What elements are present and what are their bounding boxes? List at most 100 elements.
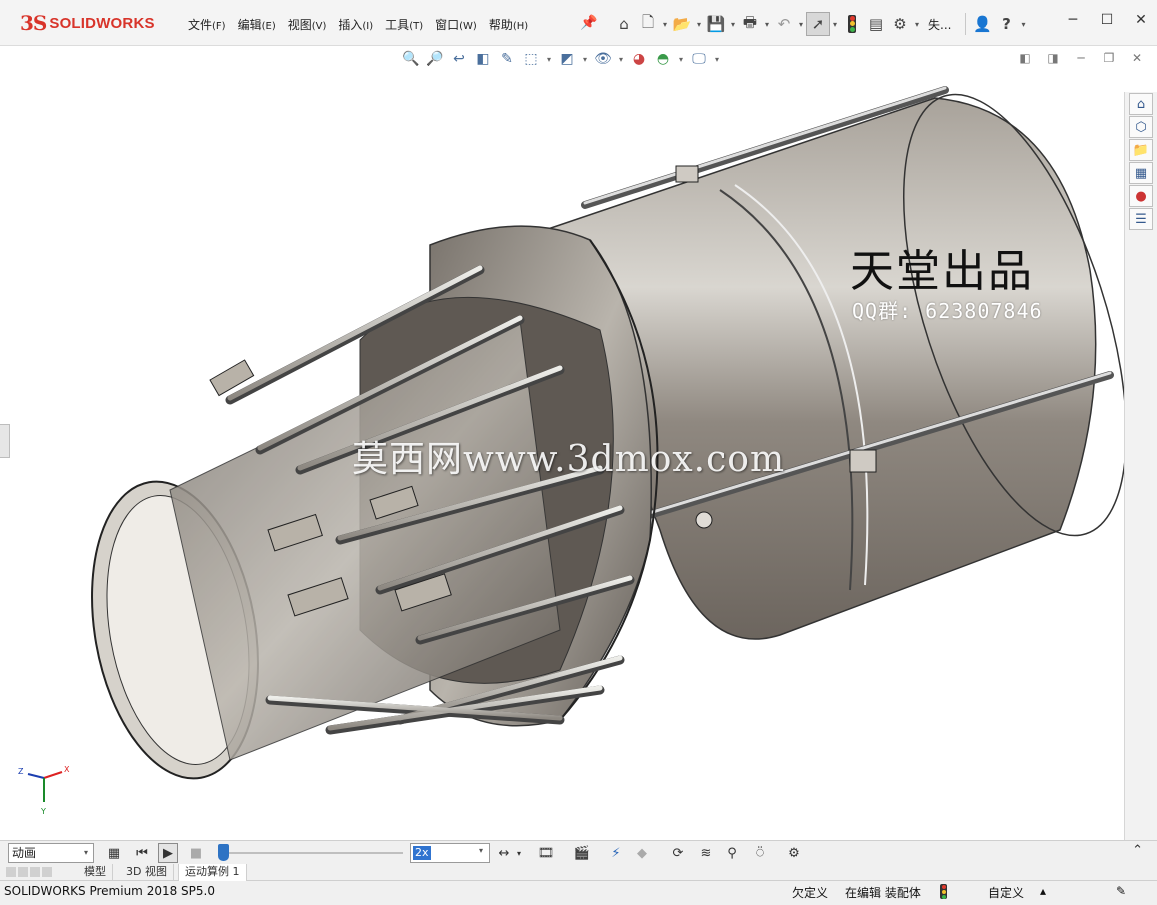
menu-help[interactable]: 帮助(H) — [483, 15, 534, 35]
open-folder-icon[interactable]: 📂 — [670, 12, 694, 36]
search-commands-short[interactable]: 失... — [928, 16, 951, 33]
select-dropdown-icon[interactable]: ▾ — [830, 20, 840, 29]
viewport-minimize-icon[interactable]: ─ — [1073, 50, 1089, 66]
display-style-dropdown-icon[interactable]: ▾ — [580, 55, 590, 64]
solidworks-resources-home-icon[interactable]: ⌂ — [1129, 93, 1153, 115]
autokey-icon[interactable]: ⚡ — [606, 843, 626, 863]
status-bar: SOLIDWORKS Premium 2018 SP5.0 欠定义 在编辑 装配… — [0, 881, 1157, 905]
main-menu: 文件(F) 编辑(E) 视图(V) 插入(I) 工具(T) 窗口(W) 帮助(H… — [182, 15, 534, 35]
rebuild-status-icon[interactable] — [940, 884, 947, 899]
collapse-motion-manager-icon[interactable]: ⌃ — [1132, 843, 1143, 858]
viewport-right-icon[interactable]: ◨ — [1045, 50, 1061, 66]
study-type-value: 动画 — [12, 846, 37, 860]
options-gear-icon[interactable]: ⚙ — [888, 12, 912, 36]
new-dropdown-icon[interactable]: ▾ — [660, 20, 670, 29]
options-dropdown-icon[interactable]: ▾ — [912, 20, 922, 29]
tab-model[interactable]: 模型 — [78, 864, 113, 881]
viewport-restore-icon[interactable]: ❐ — [1101, 50, 1117, 66]
graphics-area[interactable]: 天堂出品 QQ群: 623807846 莫西网www.3dmox.com X Z… — [0, 70, 1124, 840]
user-account-icon[interactable]: 👤 — [970, 12, 994, 36]
viewport-left-icon[interactable]: ◧ — [1017, 50, 1033, 66]
view-settings-monitor-icon[interactable]: 🖵 — [688, 49, 710, 69]
appearances-scenes-icon[interactable]: ● — [1129, 185, 1153, 207]
undo-icon[interactable]: ↶ — [772, 12, 796, 36]
pin-menu-icon[interactable]: 📌 — [580, 15, 597, 31]
zoom-to-fit-icon[interactable]: 🔍 — [400, 49, 422, 69]
view-palette-icon[interactable]: ▦ — [1129, 162, 1153, 184]
playback-timeline[interactable] — [218, 852, 403, 854]
zoom-to-area-icon[interactable]: 🔎 — [424, 49, 446, 69]
scene-dropdown-icon[interactable]: ▾ — [676, 55, 686, 64]
save-animation-icon[interactable]: 🎞 — [536, 843, 556, 863]
new-document-icon[interactable]: 🗋 — [636, 12, 660, 36]
view-settings-dropdown-icon[interactable]: ▾ — [712, 55, 722, 64]
menu-window[interactable]: 窗口(W) — [429, 15, 483, 35]
open-dropdown-icon[interactable]: ▾ — [694, 20, 704, 29]
contact-icon[interactable]: ⚲ — [722, 843, 742, 863]
dynamic-annotation-icon[interactable]: ✎ — [496, 49, 518, 69]
add-update-key-icon[interactable]: ◆ — [632, 843, 652, 863]
unit-system-dropdown-icon[interactable]: ▴ — [1040, 884, 1046, 898]
motor-icon[interactable]: ⟳ — [668, 843, 688, 863]
menu-insert[interactable]: 插入(I) — [332, 15, 379, 35]
design-library-icon[interactable]: ⬡ — [1129, 116, 1153, 138]
study-type-select[interactable]: 动画 ▾ — [8, 843, 94, 863]
status-underdefined: 欠定义 — [792, 886, 829, 900]
help-dropdown-icon[interactable]: ▾ — [1018, 20, 1028, 29]
hide-show-dropdown-icon[interactable]: ▾ — [616, 55, 626, 64]
menu-edit[interactable]: 编辑(E) — [232, 15, 282, 35]
playback-slider-thumb[interactable] — [218, 844, 229, 861]
watermark-qq-group: QQ群: 623807846 — [852, 299, 1043, 323]
menu-tools[interactable]: 工具(T) — [379, 15, 429, 35]
gravity-icon[interactable]: ⍥ — [750, 843, 770, 863]
playback-speed-select[interactable]: 2x ▾ — [410, 843, 490, 863]
home-icon[interactable]: ⌂ — [612, 12, 636, 36]
tab-3d-view[interactable]: 3D 视图 — [120, 864, 174, 881]
reference-triad: X Z Y — [18, 765, 70, 816]
unit-system[interactable]: 自定义 — [988, 884, 1024, 901]
calculate-icon[interactable]: ▦ — [104, 843, 124, 863]
print-icon[interactable]: 🖶 — [738, 12, 762, 36]
play-button[interactable]: ▶ — [158, 843, 178, 863]
previous-view-icon[interactable]: ↩ — [448, 49, 470, 69]
minimize-icon[interactable]: ─ — [1065, 12, 1081, 28]
tab-scroll-arrows[interactable] — [6, 867, 76, 878]
menu-view[interactable]: 视图(V) — [282, 15, 333, 35]
maximize-icon[interactable]: ☐ — [1099, 12, 1115, 28]
save-icon[interactable]: 💾 — [704, 12, 728, 36]
stop-icon[interactable]: ■ — [186, 843, 206, 863]
viewport-close-icon[interactable]: ✕ — [1129, 50, 1145, 66]
save-dropdown-icon[interactable]: ▾ — [728, 20, 738, 29]
custom-properties-icon[interactable]: ☰ — [1129, 208, 1153, 230]
file-properties-icon[interactable]: ▤ — [864, 12, 888, 36]
spring-icon[interactable]: ≋ — [696, 843, 716, 863]
help-question-icon[interactable]: ? — [994, 12, 1018, 36]
view-orientation-icon[interactable]: ⬚ — [520, 49, 542, 69]
undo-dropdown-icon[interactable]: ▾ — [796, 20, 806, 29]
solidworks-logo[interactable]: 3S SOLIDWORKS — [20, 10, 155, 36]
product-version: SOLIDWORKS Premium 2018 SP5.0 — [4, 884, 215, 898]
print-dropdown-icon[interactable]: ▾ — [762, 20, 772, 29]
playback-mode-icon[interactable]: ↔ — [494, 843, 514, 863]
hide-show-items-icon[interactable]: 👁 — [592, 49, 614, 69]
animation-wizard-icon[interactable]: 🎬 — [572, 843, 592, 863]
apply-scene-icon[interactable]: ◓ — [652, 49, 674, 69]
play-from-start-icon[interactable]: ⏮ — [132, 843, 152, 863]
triad-y-label: Y — [40, 807, 46, 816]
edit-appearance-icon[interactable]: ◕ — [628, 49, 650, 69]
quick-tips-icon[interactable]: ✎ — [1116, 884, 1126, 898]
menu-file[interactable]: 文件(F) — [182, 15, 232, 35]
tab-motion-study-1[interactable]: 运动算例 1 — [178, 864, 247, 881]
select-cursor-icon[interactable]: ➚ — [806, 12, 830, 36]
triad-z-label: Z — [18, 767, 24, 776]
toolbar-separator — [965, 13, 967, 35]
view-orientation-dropdown-icon[interactable]: ▾ — [544, 55, 554, 64]
display-style-icon[interactable]: ◩ — [556, 49, 578, 69]
playback-mode-dropdown-icon[interactable]: ▾ — [514, 843, 524, 863]
close-icon[interactable]: ✕ — [1133, 12, 1149, 28]
section-view-icon[interactable]: ◧ — [472, 49, 494, 69]
motion-study-properties-icon[interactable]: ⚙ — [784, 843, 804, 863]
feature-manager-collapse-handle[interactable] — [0, 424, 10, 458]
rebuild-traffic-light-icon[interactable] — [848, 15, 856, 33]
file-explorer-folder-icon[interactable]: 📁 — [1129, 139, 1153, 161]
